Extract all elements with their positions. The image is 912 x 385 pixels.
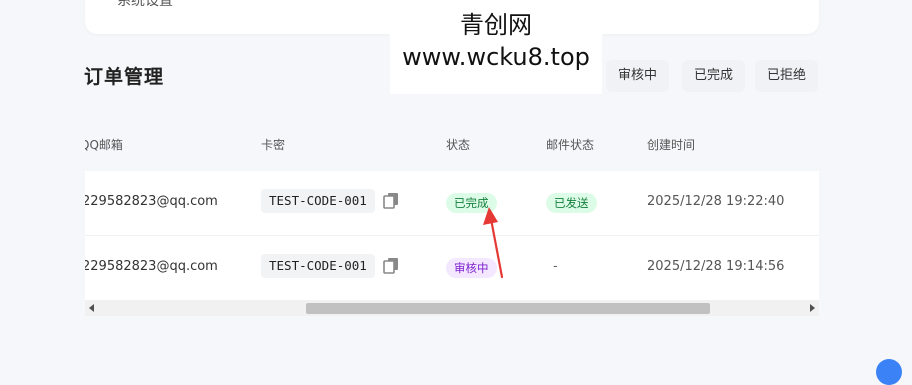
col-header-created: 创建时间 — [647, 138, 696, 152]
row-created: 2025/12/28 19:14:56 — [647, 259, 785, 274]
top-card-text: 系统设置 — [117, 0, 173, 9]
filter-tab-completed[interactable]: 已完成 — [682, 60, 746, 92]
table-row: 229582823@qq.com TEST-CODE-001 审核中 - 202… — [85, 236, 819, 301]
watermark-line1: 青创网 — [460, 11, 532, 39]
scroll-thumb[interactable] — [306, 303, 710, 314]
horizontal-scrollbar[interactable] — [85, 300, 819, 316]
scroll-right-icon[interactable] — [810, 304, 815, 312]
copy-icon[interactable] — [383, 192, 399, 209]
copy-icon[interactable] — [383, 257, 399, 274]
table-header: QQ邮箱 卡密 状态 邮件状态 创建时间 — [85, 115, 819, 171]
row-created: 2025/12/28 19:22:40 — [647, 194, 785, 209]
table-row: 229582823@qq.com TEST-CODE-001 已完成 已发送 2… — [85, 171, 819, 236]
filter-tab-reviewing[interactable]: 审核中 — [606, 60, 670, 92]
scroll-left-icon[interactable] — [89, 304, 94, 312]
row-email: 229582823@qq.com — [85, 194, 218, 209]
page-title: 订单管理 — [84, 66, 165, 88]
col-header-email: QQ邮箱 — [85, 138, 123, 152]
col-header-code: 卡密 — [261, 138, 286, 152]
row-code: TEST-CODE-001 — [261, 189, 375, 213]
row-email: 229582823@qq.com — [85, 259, 218, 274]
row-code: TEST-CODE-001 — [261, 254, 375, 278]
floating-action-button[interactable] — [876, 359, 902, 385]
mail-status-text: - — [553, 259, 558, 274]
col-header-status: 状态 — [446, 138, 471, 152]
filter-tab-rejected[interactable]: 已拒绝 — [755, 60, 819, 92]
col-header-mail-status: 邮件状态 — [546, 138, 595, 152]
mail-status-badge: 已发送 — [546, 193, 597, 213]
orders-table: QQ邮箱 卡密 状态 邮件状态 创建时间 229582823@qq.com TE… — [85, 115, 819, 320]
annotation-arrow-icon — [483, 207, 504, 279]
watermark: 青创网 www.wcku8.top — [390, 0, 602, 94]
watermark-line2: www.wcku8.top — [402, 43, 590, 71]
